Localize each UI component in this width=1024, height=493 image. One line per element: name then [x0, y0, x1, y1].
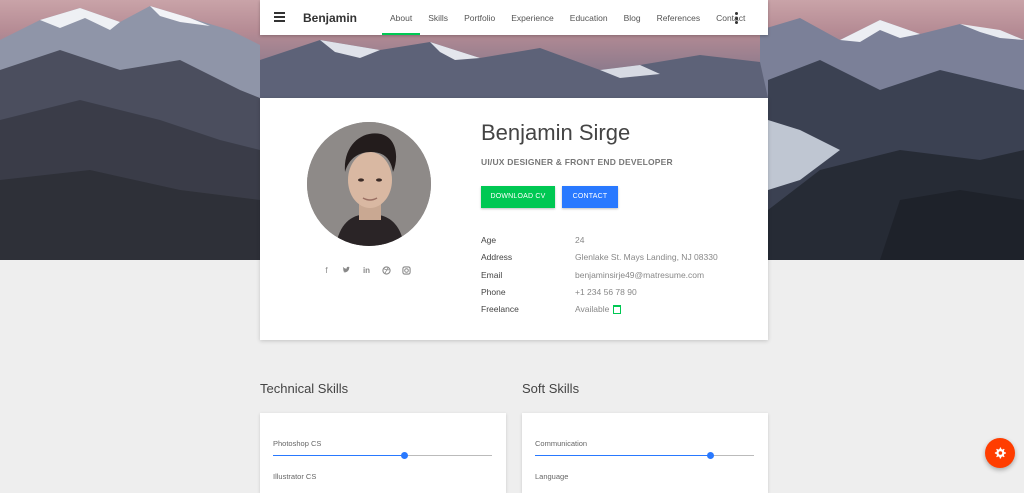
twitter-icon[interactable] [342, 266, 351, 275]
skill-label: Photoshop CS [273, 439, 322, 448]
skill-slider[interactable] [535, 452, 754, 459]
info-row-freelance: Freelance Available [481, 304, 751, 321]
skill-slider-knob[interactable] [401, 452, 409, 459]
settings-fab-button[interactable] [985, 438, 1015, 468]
facebook-icon[interactable]: f [322, 266, 331, 275]
top-navbar: Benjamin About Skills Portfolio Experien… [260, 0, 768, 35]
soft-skills-card: Communication Language [522, 413, 768, 493]
download-cv-button[interactable]: DOWNLOAD CV [481, 186, 555, 208]
profile-title: UI/UX DESIGNER & FRONT END DEVELOPER [481, 157, 673, 167]
personal-info-list: Age 24 Address Glenlake St. Mays Landing… [481, 235, 751, 321]
nav-link-experience[interactable]: Experience [503, 0, 562, 35]
info-key: Email [481, 269, 503, 280]
skill-label: Illustrator CS [273, 472, 317, 481]
skill-slider-fill [273, 455, 405, 456]
info-value: 24 [575, 235, 585, 245]
info-row-age: Age 24 [481, 235, 751, 252]
technical-skills-card: Photoshop CS Illustrator CS [260, 413, 506, 493]
skill-slider-knob[interactable] [707, 452, 715, 459]
nav-links: About Skills Portfolio Experience Educat… [382, 0, 753, 35]
skill-slider[interactable] [273, 452, 492, 459]
nav-link-contact[interactable]: Contact [708, 0, 753, 35]
skill-slider-fill [535, 455, 711, 456]
nav-link-blog[interactable]: Blog [616, 0, 649, 35]
info-value: +1 234 56 78 90 [575, 286, 637, 297]
dribbble-icon[interactable] [382, 266, 391, 275]
nav-link-references[interactable]: References [649, 0, 708, 35]
skill-label: Language [535, 472, 569, 481]
profile-card: f in Benjamin Sirge UI/UX DESIGNER & FRO… [260, 98, 768, 340]
linkedin-icon[interactable]: in [362, 266, 371, 275]
info-value: Available [575, 304, 610, 315]
nav-link-skills[interactable]: Skills [420, 0, 456, 35]
info-key: Freelance [481, 304, 519, 315]
nav-link-education[interactable]: Education [562, 0, 616, 35]
info-row-phone: Phone +1 234 56 78 90 [481, 287, 751, 304]
info-row-email: Email benjaminsirje49@matresume.com [481, 270, 751, 287]
nav-link-about[interactable]: About [382, 0, 421, 35]
info-key: Age [481, 235, 497, 245]
info-key: Phone [481, 286, 506, 297]
technical-skills-title: Technical Skills [260, 381, 349, 396]
gear-icon [994, 447, 1006, 459]
info-value: benjaminsirje49@matresume.com [575, 269, 705, 280]
info-value: Glenlake St. Mays Landing, NJ 08330 [575, 252, 718, 263]
profile-avatar [307, 122, 431, 246]
info-row-address: Address Glenlake St. Mays Landing, NJ 08… [481, 252, 751, 269]
profile-name: Benjamin Sirge [481, 120, 631, 145]
instagram-icon[interactable] [402, 266, 411, 275]
skill-label: Communication [535, 439, 588, 448]
soft-skills-title: Soft Skills [522, 381, 580, 396]
more-vert-icon[interactable] [735, 12, 739, 26]
profile-photo [307, 122, 431, 246]
nav-link-portfolio[interactable]: Portfolio [456, 0, 503, 35]
brand-name[interactable]: Benjamin [303, 11, 357, 25]
hamburger-menu-icon[interactable] [274, 12, 285, 22]
social-links: f in [322, 266, 411, 275]
contact-button[interactable]: CONTACT [562, 186, 618, 208]
calendar-icon [613, 305, 622, 315]
info-key: Address [481, 252, 513, 263]
